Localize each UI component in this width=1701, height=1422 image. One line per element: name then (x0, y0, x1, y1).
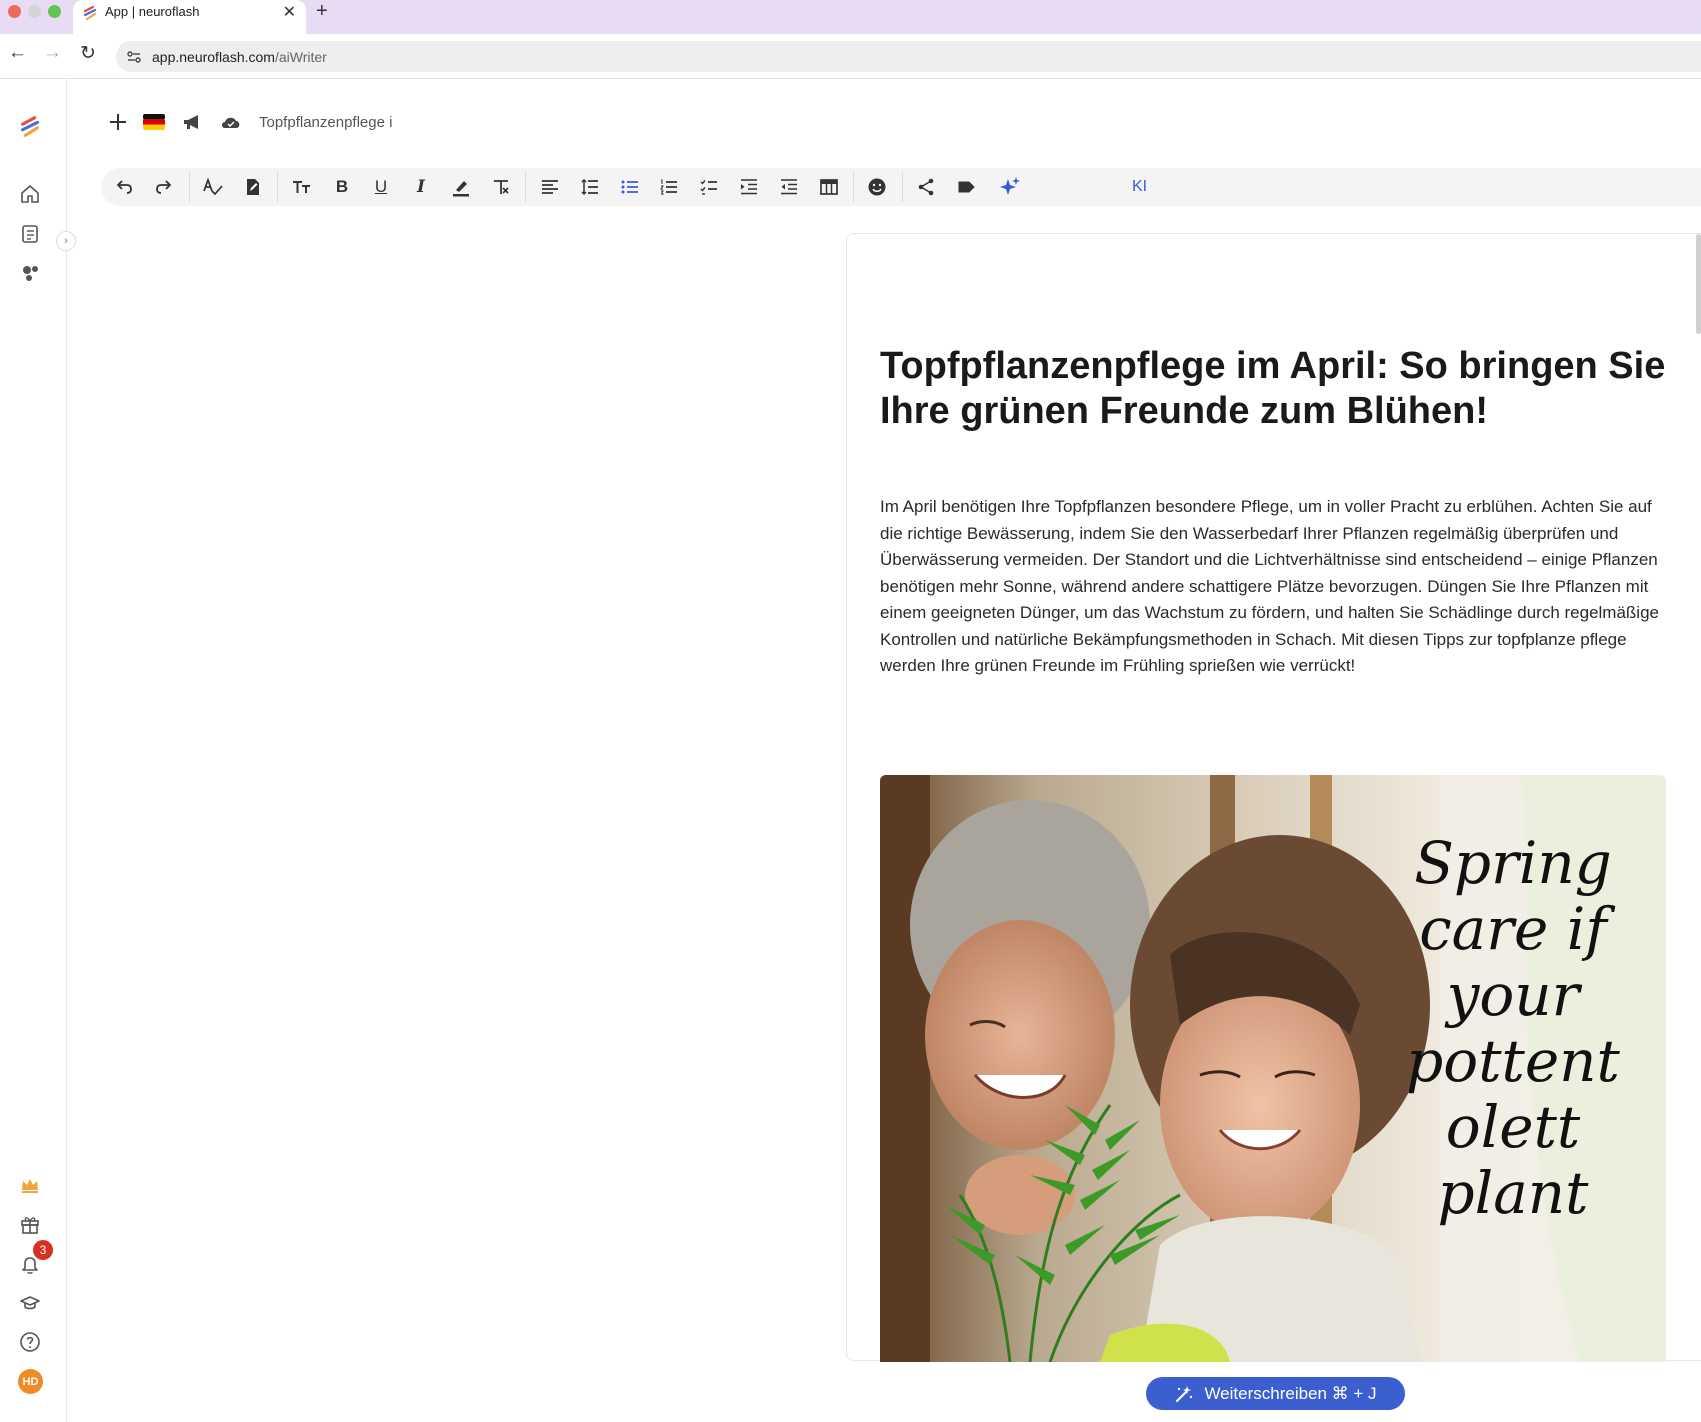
toolbar-divider (902, 172, 903, 202)
toolbar-divider (277, 172, 278, 202)
neuroflash-logo-icon (83, 5, 97, 21)
ai-button-label[interactable]: KI (1132, 178, 1147, 196)
bullet-list-icon[interactable] (618, 175, 642, 199)
home-icon[interactable] (18, 182, 42, 206)
neuroflash-logo-icon[interactable] (18, 115, 42, 139)
browser-tab-bar: App | neuroflash ✕ + (0, 0, 1701, 34)
clear-format-icon[interactable] (489, 175, 513, 199)
user-avatar[interactable]: HD (18, 1369, 43, 1394)
document-name-input[interactable]: Topfpflanzenpflege i (259, 114, 392, 131)
tag-icon[interactable] (954, 175, 978, 199)
brand-hub-icon[interactable] (18, 261, 42, 285)
document-paragraph[interactable]: Im April benötigen Ihre Topfpflanzen bes… (880, 494, 1670, 680)
line-height-icon[interactable] (578, 175, 602, 199)
highlight-pen-icon[interactable] (449, 175, 473, 199)
image-text-line: olett (1445, 1093, 1581, 1161)
text-size-icon[interactable] (290, 175, 314, 199)
close-tab-icon[interactable]: ✕ (283, 2, 296, 22)
academy-cap-icon[interactable] (18, 1291, 42, 1315)
continue-writing-button[interactable]: Weiterschreiben ⌘ + J (1146, 1377, 1405, 1410)
table-icon[interactable] (817, 175, 841, 199)
underline-button[interactable]: U (369, 175, 393, 199)
megaphone-icon[interactable] (180, 110, 204, 134)
undo-icon[interactable] (112, 175, 136, 199)
outdent-icon[interactable] (777, 175, 801, 199)
site-settings-icon[interactable] (126, 49, 142, 65)
reload-icon[interactable]: ↻ (80, 42, 96, 65)
toolbar-divider (853, 172, 854, 202)
url-input[interactable]: app.neuroflash.com/aiWriter (116, 41, 1701, 72)
new-tab-button[interactable]: + (316, 0, 328, 23)
browser-tab[interactable]: App | neuroflash ✕ (73, 0, 306, 34)
numbered-list-icon[interactable] (657, 175, 681, 199)
gift-icon[interactable] (18, 1212, 42, 1236)
add-icon[interactable] (106, 110, 130, 134)
edit-note-icon[interactable] (241, 175, 265, 199)
editor-toolbar: B U I KI (101, 168, 1701, 206)
image-text-line: pottent (1406, 1027, 1620, 1095)
browser-address-bar: ← → ↻ app.neuroflash.com/aiWriter (0, 34, 1701, 79)
document-editor[interactable]: Topfpflanzenpflege im April: So bringen … (846, 233, 1701, 1362)
app-sidebar: › 3 HD (0, 79, 76, 1422)
scrollbar-thumb[interactable] (1696, 234, 1701, 334)
close-window-button[interactable] (8, 5, 21, 18)
minimize-window-button[interactable] (28, 5, 41, 18)
url-text: app.neuroflash.com/aiWriter (152, 49, 327, 65)
magic-wand-icon (1176, 1385, 1193, 1402)
redo-icon[interactable] (152, 175, 176, 199)
back-arrow-icon[interactable]: ← (8, 42, 27, 64)
url-path: /aiWriter (274, 49, 327, 65)
toolbar-divider (189, 172, 190, 202)
italic-button[interactable]: I (409, 175, 433, 199)
maximize-window-button[interactable] (48, 5, 61, 18)
tab-title: App | neuroflash (105, 4, 200, 19)
documents-icon[interactable] (18, 222, 42, 246)
image-text-line: plant (1437, 1159, 1589, 1227)
bold-button[interactable]: B (330, 175, 354, 199)
indent-icon[interactable] (737, 175, 761, 199)
image-caption-text: Spring care if your pottent olett plant (1388, 830, 1638, 1226)
sidebar-expand-button[interactable]: › (56, 231, 76, 251)
article-image[interactable]: Spring care if your pottent olett plant (880, 775, 1666, 1362)
toolbar-divider (525, 172, 526, 202)
cloud-saved-icon (219, 110, 243, 134)
help-icon[interactable] (18, 1330, 42, 1354)
german-flag-icon[interactable] (142, 110, 166, 134)
url-host: app.neuroflash.com (152, 49, 275, 65)
notification-badge: 3 (33, 1240, 53, 1260)
share-icon[interactable] (914, 175, 938, 199)
emoji-icon[interactable] (865, 175, 889, 199)
checklist-icon[interactable] (697, 175, 721, 199)
spellcheck-icon[interactable] (201, 175, 225, 199)
continue-writing-label: Weiterschreiben ⌘ + J (1204, 1383, 1377, 1403)
document-title[interactable]: Topfpflanzenpflege im April: So bringen … (880, 344, 1670, 434)
image-text-line: care if (1419, 895, 1607, 963)
ai-sparkle-icon[interactable] (998, 175, 1022, 199)
crown-icon[interactable] (18, 1173, 42, 1197)
image-text-line: Spring (1414, 829, 1612, 897)
forward-arrow-icon[interactable]: → (43, 42, 62, 64)
align-left-icon[interactable] (538, 175, 562, 199)
image-text-line: your (1446, 961, 1580, 1029)
